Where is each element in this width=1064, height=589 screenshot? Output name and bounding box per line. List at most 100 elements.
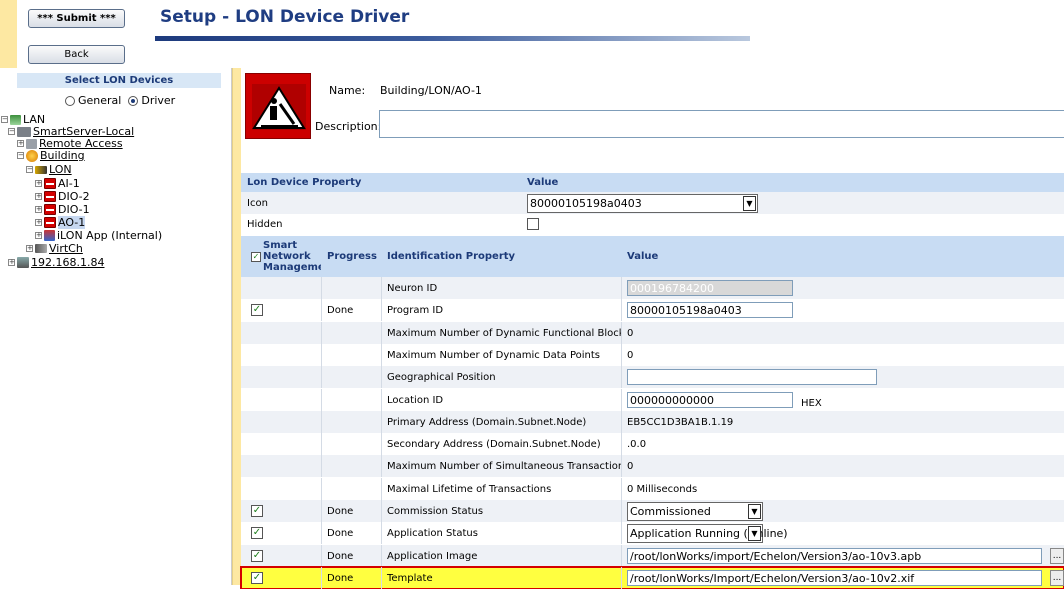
chevron-down-icon[interactable]: ▼	[748, 503, 761, 519]
property-value-cell: /root/lonWorks/Import/Echelon/Version3/a…	[621, 567, 1064, 589]
table-row: ✓ Done Commission Status Commissioned ▼	[241, 500, 1064, 522]
neuron-id-input: 000196784200	[627, 280, 793, 296]
property-value-cell: 0	[621, 455, 1064, 477]
driver-radio[interactable]	[128, 95, 139, 106]
select-value: Application Running (Online)	[630, 526, 788, 540]
collapse-icon[interactable]: −	[17, 152, 24, 159]
property-value-cell: EB5CC1D3BA1B.1.19	[621, 411, 1064, 433]
property-name-cell: Maximum Number of Dynamic Functional Blo…	[387, 327, 621, 339]
general-radio[interactable]	[65, 95, 75, 106]
building-network-icon	[26, 149, 38, 162]
chevron-down-icon[interactable]: ▼	[743, 195, 756, 211]
tree-label: AI-1	[58, 177, 80, 190]
progress-cell: Done	[327, 550, 354, 562]
tree-node-virtch[interactable]: + VirtCh	[26, 242, 83, 255]
collapse-icon[interactable]: −	[8, 128, 15, 135]
property-value-cell: .0.0	[621, 433, 1064, 455]
expand-icon[interactable]: +	[35, 193, 42, 200]
back-button[interactable]: Back	[28, 45, 125, 64]
tree-node-ip[interactable]: + 192.168.1.84	[8, 256, 104, 269]
expand-icon[interactable]: +	[26, 245, 33, 252]
hidden-checkbox[interactable]	[527, 218, 539, 230]
expand-icon[interactable]: +	[17, 140, 24, 147]
tree-node-dio1[interactable]: + DIO-1	[35, 203, 90, 216]
progress-cell	[321, 433, 381, 455]
browse-button[interactable]: ...	[1050, 548, 1064, 564]
progress-cell	[321, 366, 381, 388]
snm-checkbox[interactable]: ✓	[251, 572, 263, 584]
location-id-input[interactable]: 000000000000	[627, 392, 793, 408]
snm-cell	[241, 322, 321, 344]
tree-label: LON	[49, 163, 72, 176]
property-name-cell: Application Status	[387, 527, 478, 539]
driver-radio-label: Driver	[141, 94, 176, 107]
property-name-cell: Maximal Lifetime of Transactions	[387, 483, 552, 495]
template-path-input[interactable]: /root/lonWorks/Import/Echelon/Version3/a…	[627, 570, 1042, 586]
tree-node-dio2[interactable]: + DIO-2	[35, 190, 90, 203]
snm-checkbox[interactable]: ✓	[251, 550, 263, 562]
computer-icon	[17, 257, 29, 268]
expand-icon[interactable]: +	[35, 219, 42, 226]
view-mode-radios: General Driver	[65, 94, 175, 107]
tree-node-ai1[interactable]: + AI-1	[35, 177, 80, 190]
expand-icon[interactable]: +	[35, 206, 42, 213]
progress-cell: Done	[327, 505, 354, 517]
snm-checkbox[interactable]: ✓	[251, 304, 263, 316]
snm-checkbox[interactable]: ✓	[251, 527, 263, 539]
collapse-icon[interactable]: −	[26, 166, 33, 173]
title-underline	[155, 36, 750, 41]
tree-label: iLON App (Internal)	[57, 229, 163, 242]
table-row: Maximum Number of Dynamic Data Points 0	[241, 344, 1064, 366]
chevron-down-icon[interactable]: ▼	[748, 525, 761, 541]
table-row: ✓ Done Program ID 80000105198a0403	[241, 299, 1064, 321]
snm-cell	[241, 389, 321, 411]
tree-node-lon[interactable]: − LON	[26, 163, 72, 176]
snm-cell	[241, 411, 321, 433]
hidden-label: Hidden	[247, 218, 283, 230]
submit-button[interactable]: *** Submit ***	[28, 9, 125, 28]
description-input[interactable]	[379, 110, 1064, 138]
property-value-cell: 80000105198a0403	[621, 299, 1064, 321]
property-name-cell: Neuron ID	[387, 282, 438, 294]
table-row: Geographical Position	[241, 366, 1064, 388]
collapse-icon[interactable]: −	[1, 116, 8, 123]
progress-cell	[321, 478, 381, 500]
lon-property-column-header: Lon Device Property	[247, 177, 362, 188]
tree-label: DIO-1	[58, 203, 90, 216]
icon-select-value: 80000105198a0403	[530, 196, 642, 210]
commission-status-select[interactable]: Commissioned ▼	[627, 501, 763, 521]
tree-node-building[interactable]: − Building	[17, 149, 85, 162]
table-row: Maximum Number of Dynamic Functional Blo…	[241, 322, 1064, 344]
hidden-row: Hidden	[241, 214, 1064, 234]
snm-select-all-checkbox[interactable]: ✓	[251, 251, 261, 262]
snm-cell: ✓	[241, 522, 321, 544]
snm-cell: ✓	[241, 299, 321, 321]
progress-cell	[321, 322, 381, 344]
application-image-path-input[interactable]: /root/lonWorks/import/Echelon/Version3/a…	[627, 548, 1042, 564]
expand-icon[interactable]: +	[35, 232, 42, 239]
panel-splitter[interactable]	[232, 68, 241, 585]
snm-checkbox[interactable]: ✓	[251, 505, 263, 517]
program-id-input[interactable]: 80000105198a0403	[627, 302, 793, 318]
name-value: Building/LON/AO-1	[380, 84, 482, 97]
geographical-position-input[interactable]	[627, 369, 877, 385]
header-buttons: *** Submit *** Back	[17, 0, 141, 68]
table-row: Primary Address (Domain.Subnet.Node) EB5C…	[241, 411, 1064, 433]
snm-cell: ✓	[241, 567, 321, 589]
application-status-select[interactable]: Application Running (Online) ▼	[627, 523, 788, 543]
property-name-cell: Geographical Position	[387, 371, 496, 383]
icon-select[interactable]: 80000105198a0403 ▼	[527, 193, 758, 213]
expand-icon[interactable]: +	[8, 259, 15, 266]
tree-node-ilon-app[interactable]: + iLON App (Internal)	[35, 229, 162, 242]
snm-cell	[241, 366, 321, 388]
tree-node-ao1[interactable]: + AO-1	[35, 216, 86, 229]
browse-button[interactable]: ...	[1050, 570, 1064, 586]
virtual-channel-icon	[35, 244, 47, 253]
identification-value-column-header: Value	[627, 251, 659, 262]
property-name-cell: Commission Status	[387, 505, 484, 517]
property-value-text: 0	[627, 349, 634, 361]
progress-cell	[321, 455, 381, 477]
expand-icon[interactable]: +	[35, 180, 42, 187]
property-value-text: 0	[627, 460, 634, 472]
device-icon	[44, 191, 56, 202]
